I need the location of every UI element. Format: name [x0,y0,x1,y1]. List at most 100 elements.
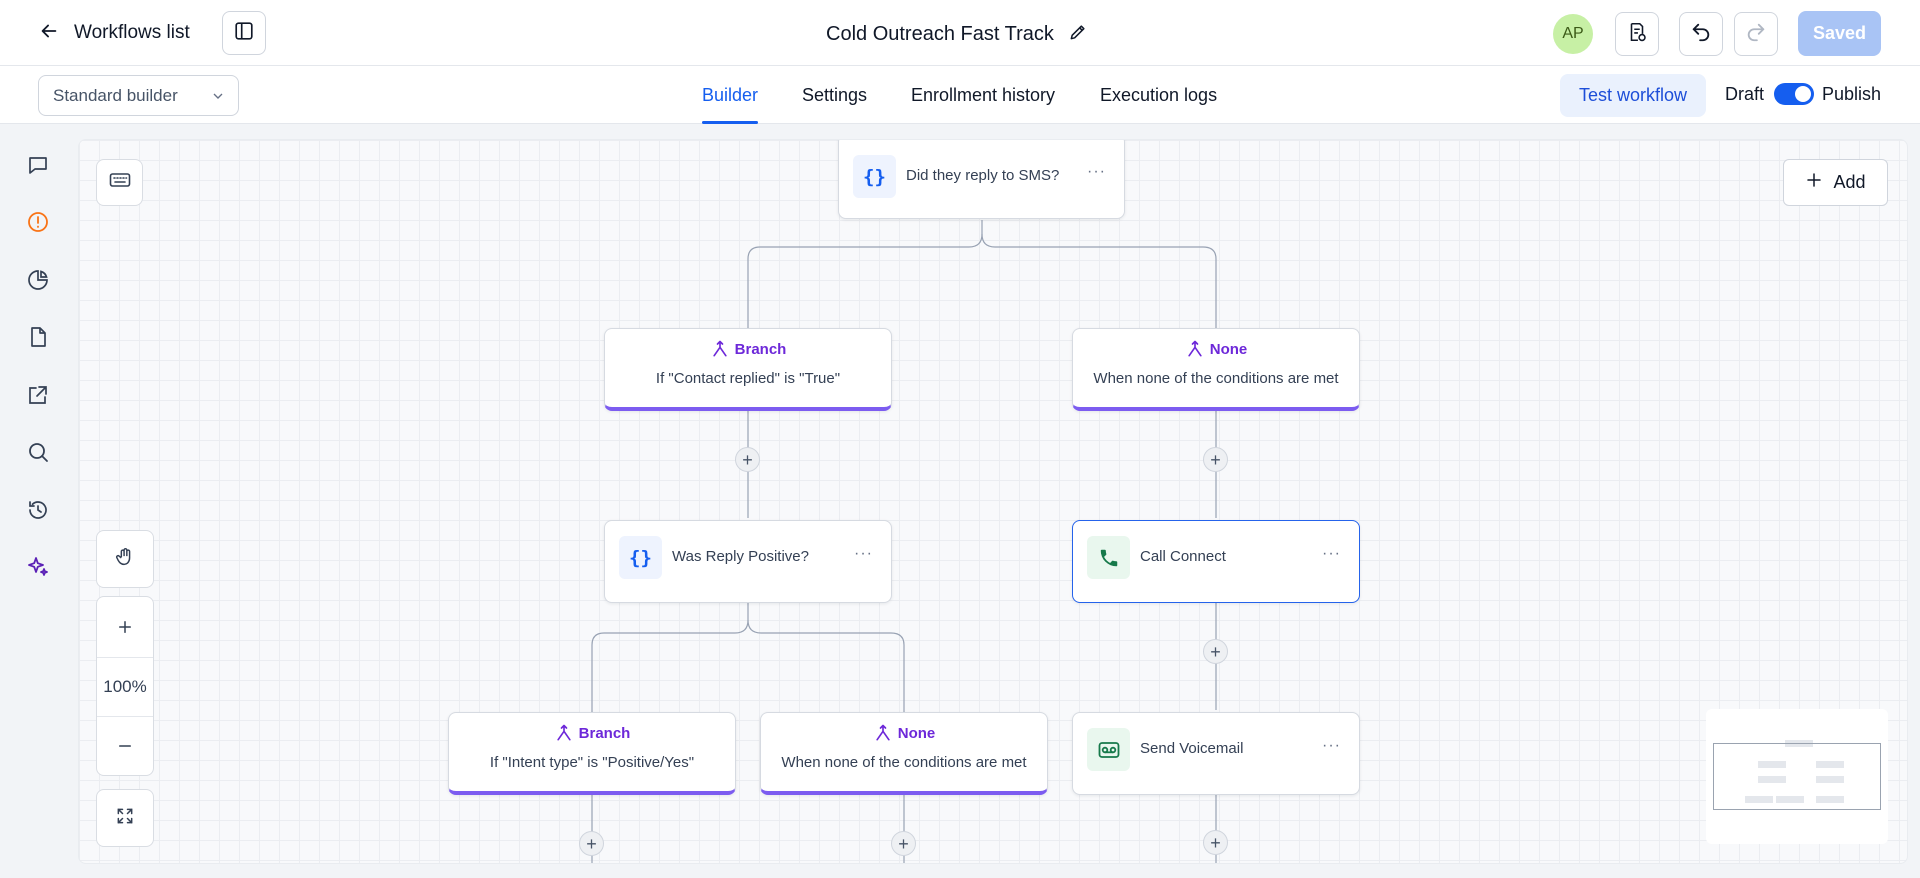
curly-braces-icon: {} [619,536,662,579]
add-step-button[interactable]: + [579,831,604,856]
branch-title-label: Branch [734,340,787,358]
file-icon[interactable] [24,323,52,351]
tab-enrollment-history[interactable]: Enrollment history [911,66,1055,124]
publish-label: Publish [1822,84,1882,104]
more-options-icon[interactable]: ··· [1322,545,1341,563]
top-bar: Workflows list Cold Outreach Fast Track … [0,0,1920,66]
sidebar-panel-icon [233,20,255,47]
more-options-icon[interactable]: ··· [854,545,873,563]
zoom-in-button[interactable] [97,597,153,657]
branch-icon [556,724,571,741]
edit-title-pencil-icon[interactable] [1068,22,1088,47]
workflow-title-group: Cold Outreach Fast Track [826,19,1088,49]
chevron-down-icon [210,88,226,109]
node-label: Was Reply Positive? [672,548,809,565]
tab-enrollment-history-label: Enrollment history [911,84,1056,105]
test-workflow-button[interactable]: Test workflow [1560,74,1706,117]
add-step-button[interactable]: + [1203,830,1228,855]
branch-title-label: None [897,724,936,742]
add-label: Add [1833,172,1866,192]
branch-title: Branch [605,339,891,359]
branch-condition: If "Contact replied" is "True" [655,370,841,387]
node-label: Call Connect [1140,548,1226,565]
add-step-button[interactable]: + [735,447,760,472]
toggle-panel-button[interactable] [222,11,266,55]
branch-title: None [761,723,1047,743]
workflow-canvas[interactable]: Add 100% {} Did they reply to SMS? ··· B… [78,139,1908,864]
node-label: Did they reply to SMS? [906,167,1060,184]
branch-icon [712,340,727,357]
arrow-left-icon [38,20,60,47]
hand-icon [114,546,136,573]
sub-navigation-bar: Standard builder Builder Settings Enroll… [0,66,1920,124]
saved-button[interactable]: Saved [1798,11,1881,56]
add-step-button[interactable]: + [1203,447,1228,472]
chat-icon[interactable] [24,151,52,179]
tab-builder-label: Builder [702,84,759,105]
branch-node-intent-positive[interactable]: Branch If "Intent type" is "Positive/Yes… [448,712,736,795]
toggle-knob [1795,86,1811,102]
action-node-call-connect[interactable]: Call Connect ··· [1072,520,1360,603]
pan-hand-button[interactable] [96,530,154,588]
voicemail-icon [1087,728,1130,771]
tab-settings-label: Settings [802,84,868,105]
keyboard-shortcuts-button[interactable] [96,159,143,206]
publish-toggle[interactable] [1774,83,1814,105]
fit-view-button[interactable] [96,789,154,847]
redo-icon [1745,21,1767,48]
user-avatar[interactable]: AP [1553,14,1593,54]
branch-title-label: None [1209,340,1248,358]
branch-node-contact-replied[interactable]: Branch If "Contact replied" is "True" [604,328,892,411]
branch-condition: If "Intent type" is "Positive/Yes" [489,754,695,771]
search-icon[interactable] [24,438,52,466]
branch-title: Branch [449,723,735,743]
more-options-icon[interactable]: ··· [1322,737,1341,755]
add-step-button[interactable]: + [891,831,916,856]
history-icon[interactable] [24,496,52,524]
action-node-send-voicemail[interactable]: Send Voicemail ··· [1072,712,1360,795]
builder-type-select[interactable]: Standard builder [38,75,239,116]
zoom-controls: 100% [96,596,154,776]
add-step-button[interactable]: + [1203,639,1228,664]
draft-label: Draft [1725,84,1765,104]
branch-title-label: Branch [578,724,631,742]
tab-settings[interactable]: Settings [802,66,867,124]
alert-icon[interactable] [24,208,52,236]
zoom-out-icon [119,745,131,747]
document-check-icon [1626,21,1648,48]
workflow-title: Cold Outreach Fast Track [826,22,1054,45]
sparkle-icon[interactable] [24,553,52,581]
tab-execution-logs[interactable]: Execution logs [1100,66,1217,124]
left-icon-rail [0,125,76,878]
tab-execution-logs-label: Execution logs [1100,84,1218,105]
node-label: Send Voicemail [1140,740,1244,757]
minimap[interactable] [1706,709,1888,844]
minimap-viewport[interactable] [1713,743,1881,810]
plus-icon [1805,171,1823,194]
branch-icon [876,724,890,741]
branch-condition: When none of the conditions are met [781,754,1027,771]
keyboard-icon [108,168,132,197]
undo-icon [1690,21,1712,48]
more-options-icon[interactable]: ··· [1087,163,1106,181]
branch-condition: When none of the conditions are met [1093,370,1339,387]
expand-icon [115,806,135,831]
zoom-out-button[interactable] [97,717,153,775]
none-node-2[interactable]: None When none of the conditions are met [760,712,1048,795]
zoom-in-icon [119,621,131,633]
tab-builder[interactable]: Builder [702,66,759,124]
none-node-1[interactable]: None When none of the conditions are met [1072,328,1360,411]
logs-button[interactable] [1615,12,1659,56]
condition-node-reply-positive[interactable]: {} Was Reply Positive? ··· [604,520,892,603]
undo-button[interactable] [1679,12,1723,56]
builder-type-value: Standard builder [53,85,178,105]
zoom-level: 100% [97,657,153,717]
add-button[interactable]: Add [1783,159,1888,206]
redo-button[interactable] [1734,12,1778,56]
phone-icon [1087,536,1130,579]
external-link-icon[interactable] [24,381,52,409]
back-to-workflows-button[interactable]: Workflows list [38,18,190,48]
pie-chart-icon[interactable] [24,266,52,294]
back-label: Workflows list [74,22,190,43]
condition-node-reply-sms[interactable]: {} Did they reply to SMS? ··· [838,140,1125,219]
